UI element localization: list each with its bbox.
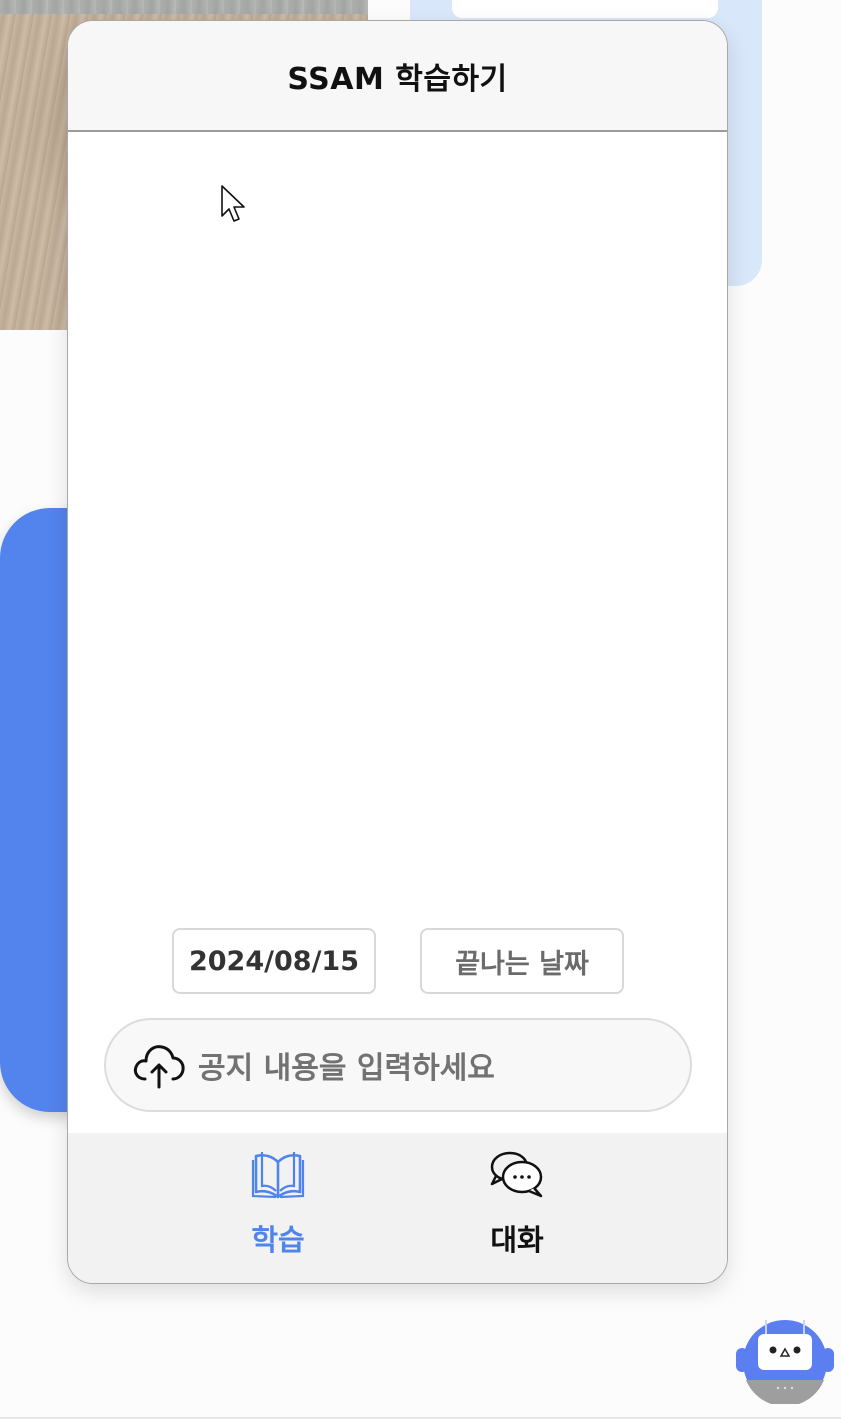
open-book-icon (250, 1149, 306, 1201)
chat-bubbles-icon (489, 1149, 545, 1201)
tab-chat-label: 대화 (490, 1223, 544, 1257)
cloud-upload-icon[interactable] (130, 1039, 188, 1091)
start-date-button[interactable]: 2024/08/15 (172, 928, 376, 994)
notice-input[interactable]: 공지 내용을 입력하세요 (104, 1018, 692, 1112)
chatbot-button[interactable] (736, 1318, 834, 1407)
page-title: SSAM 학습하기 (287, 61, 508, 97)
robot-icon (736, 1320, 834, 1407)
tab-learn[interactable]: 학습 (208, 1149, 348, 1259)
bottom-tab-bar: 학습 대화 (68, 1133, 727, 1283)
learning-panel: SSAM 학습하기 2024/08/15 끝나는 날짜 공지 내용을 입력하세요 (67, 20, 728, 1284)
notice-placeholder: 공지 내용을 입력하세요 (198, 1051, 495, 1086)
end-date-button[interactable]: 끝나는 날짜 (420, 928, 624, 994)
panel-header: SSAM 학습하기 (68, 21, 727, 132)
mouse-cursor-icon (220, 184, 248, 224)
tab-learn-label: 학습 (251, 1223, 305, 1257)
tab-chat[interactable]: 대화 (447, 1149, 587, 1259)
